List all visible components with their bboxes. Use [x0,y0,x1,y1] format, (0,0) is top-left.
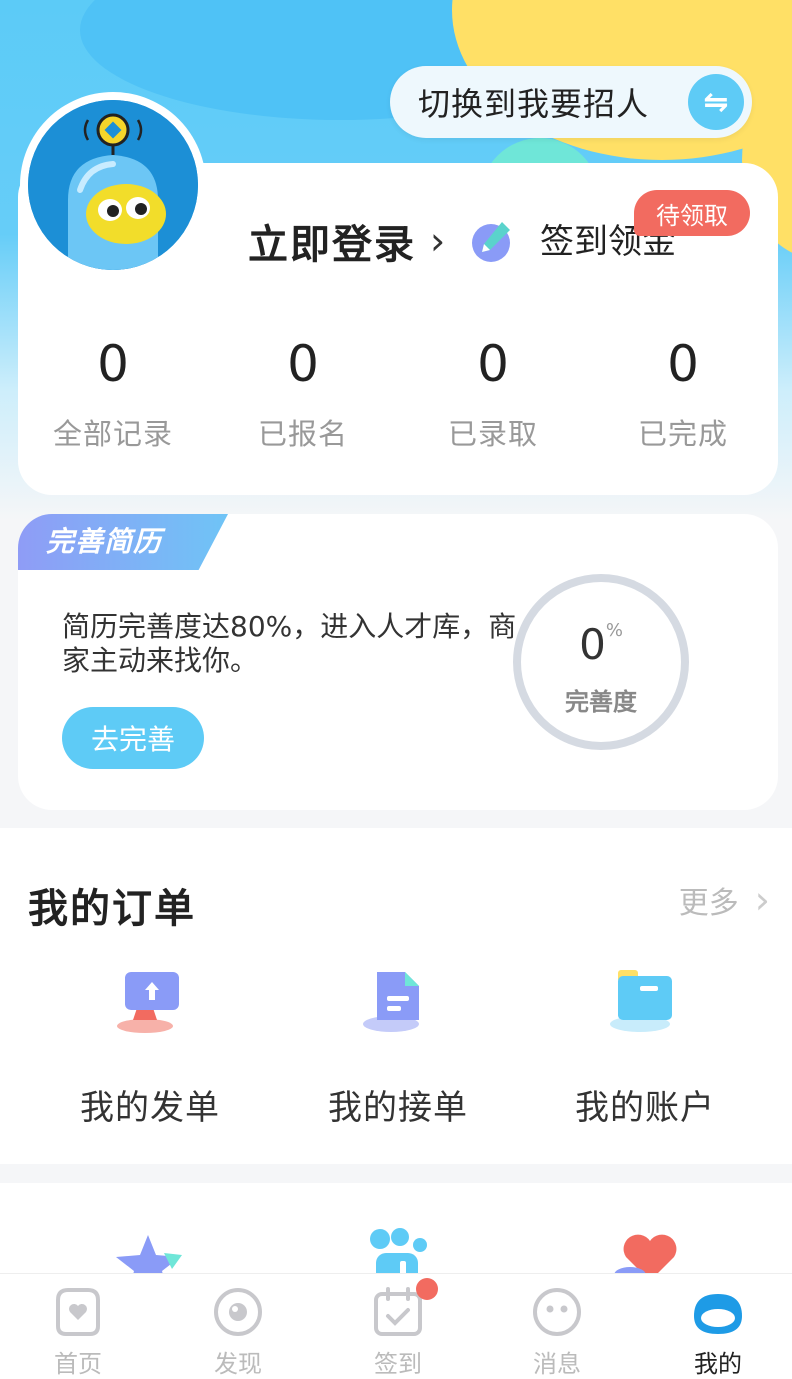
receive-order-icon [363,968,433,1038]
nav-label: 我的 [694,1350,742,1378]
stat-all-records[interactable]: 0 全部记录 [23,335,203,453]
stat-label: 已录取 [447,417,538,451]
resume-description: 简历完善度达80%，进入人才库，商家主动来找你。 [62,610,517,677]
stat-completed[interactable]: 0 已完成 [593,335,773,453]
nav-messages[interactable]: 消息 [497,1286,617,1379]
complete-resume-button[interactable]: 去完善 [62,707,204,769]
chevron-right-icon: › [754,878,770,922]
publish-order-icon [115,968,185,1038]
pending-claim-badge[interactable]: 待领取 [634,190,750,236]
account-wallet-icon [610,968,680,1038]
sign-in-pen-icon[interactable] [468,218,514,264]
my-account[interactable]: 我的账户 [515,968,775,1129]
switch-role-button[interactable]: 切换到我要招人 ⇋ [390,66,752,138]
discover-icon [212,1286,264,1338]
avatar[interactable] [20,92,206,278]
bottom-navigation: 首页 发现 签到 消息 我的 [0,1273,792,1379]
stat-label: 已完成 [637,417,728,451]
message-icon [531,1286,583,1338]
login-link[interactable]: 立即登录 › [248,212,445,270]
calendar-check-icon [372,1278,438,1338]
stat-value: 0 [97,335,129,393]
mascot-avatar-icon [28,100,198,270]
nav-label: 消息 [533,1350,581,1378]
switch-role-label: 切换到我要招人 [418,85,650,123]
resume-card: 完善简历 简历完善度达80%，进入人才库，商家主动来找你。 去完善 0% 完善度 [18,514,778,810]
chevron-right-icon: › [430,219,446,263]
nav-profile[interactable]: 我的 [658,1286,778,1379]
services-section [0,1183,792,1283]
notification-dot [416,1278,438,1300]
stat-hired[interactable]: 0 已录取 [403,335,583,453]
section-title: 我的订单 [28,886,196,932]
stat-value: 0 [477,335,509,393]
order-label: 我的接单 [328,1088,468,1128]
completion-label: 完善度 [565,688,637,716]
login-label: 立即登录 [248,222,416,268]
stat-label: 全部记录 [52,417,173,451]
more-label: 更多 [678,886,739,921]
swap-icon: ⇋ [688,74,744,130]
nav-home[interactable]: 首页 [18,1286,138,1379]
my-orders-section: 我的订单 更多 › 我的发单 我的接单 我的账户 [0,828,792,1164]
home-icon [52,1286,104,1338]
profile-icon [692,1286,744,1338]
nav-label: 签到 [374,1350,422,1378]
nav-label: 首页 [54,1350,102,1378]
my-accepted-orders[interactable]: 我的接单 [268,968,528,1129]
my-published-orders[interactable]: 我的发单 [20,968,280,1129]
nav-sign-in[interactable]: 签到 [338,1278,458,1379]
completion-progress-ring: 0% 完善度 [513,574,689,750]
more-link[interactable]: 更多 › [679,878,770,922]
stat-label: 已报名 [257,417,348,451]
nav-label: 发现 [214,1350,262,1378]
stat-value: 0 [667,335,699,393]
completion-value: 0% [579,620,623,669]
order-label: 我的账户 [575,1088,715,1128]
stat-value: 0 [287,335,319,393]
order-label: 我的发单 [80,1088,220,1128]
stat-registered[interactable]: 0 已报名 [213,335,393,453]
resume-tag: 完善简历 [18,514,228,570]
nav-discover[interactable]: 发现 [178,1286,298,1379]
